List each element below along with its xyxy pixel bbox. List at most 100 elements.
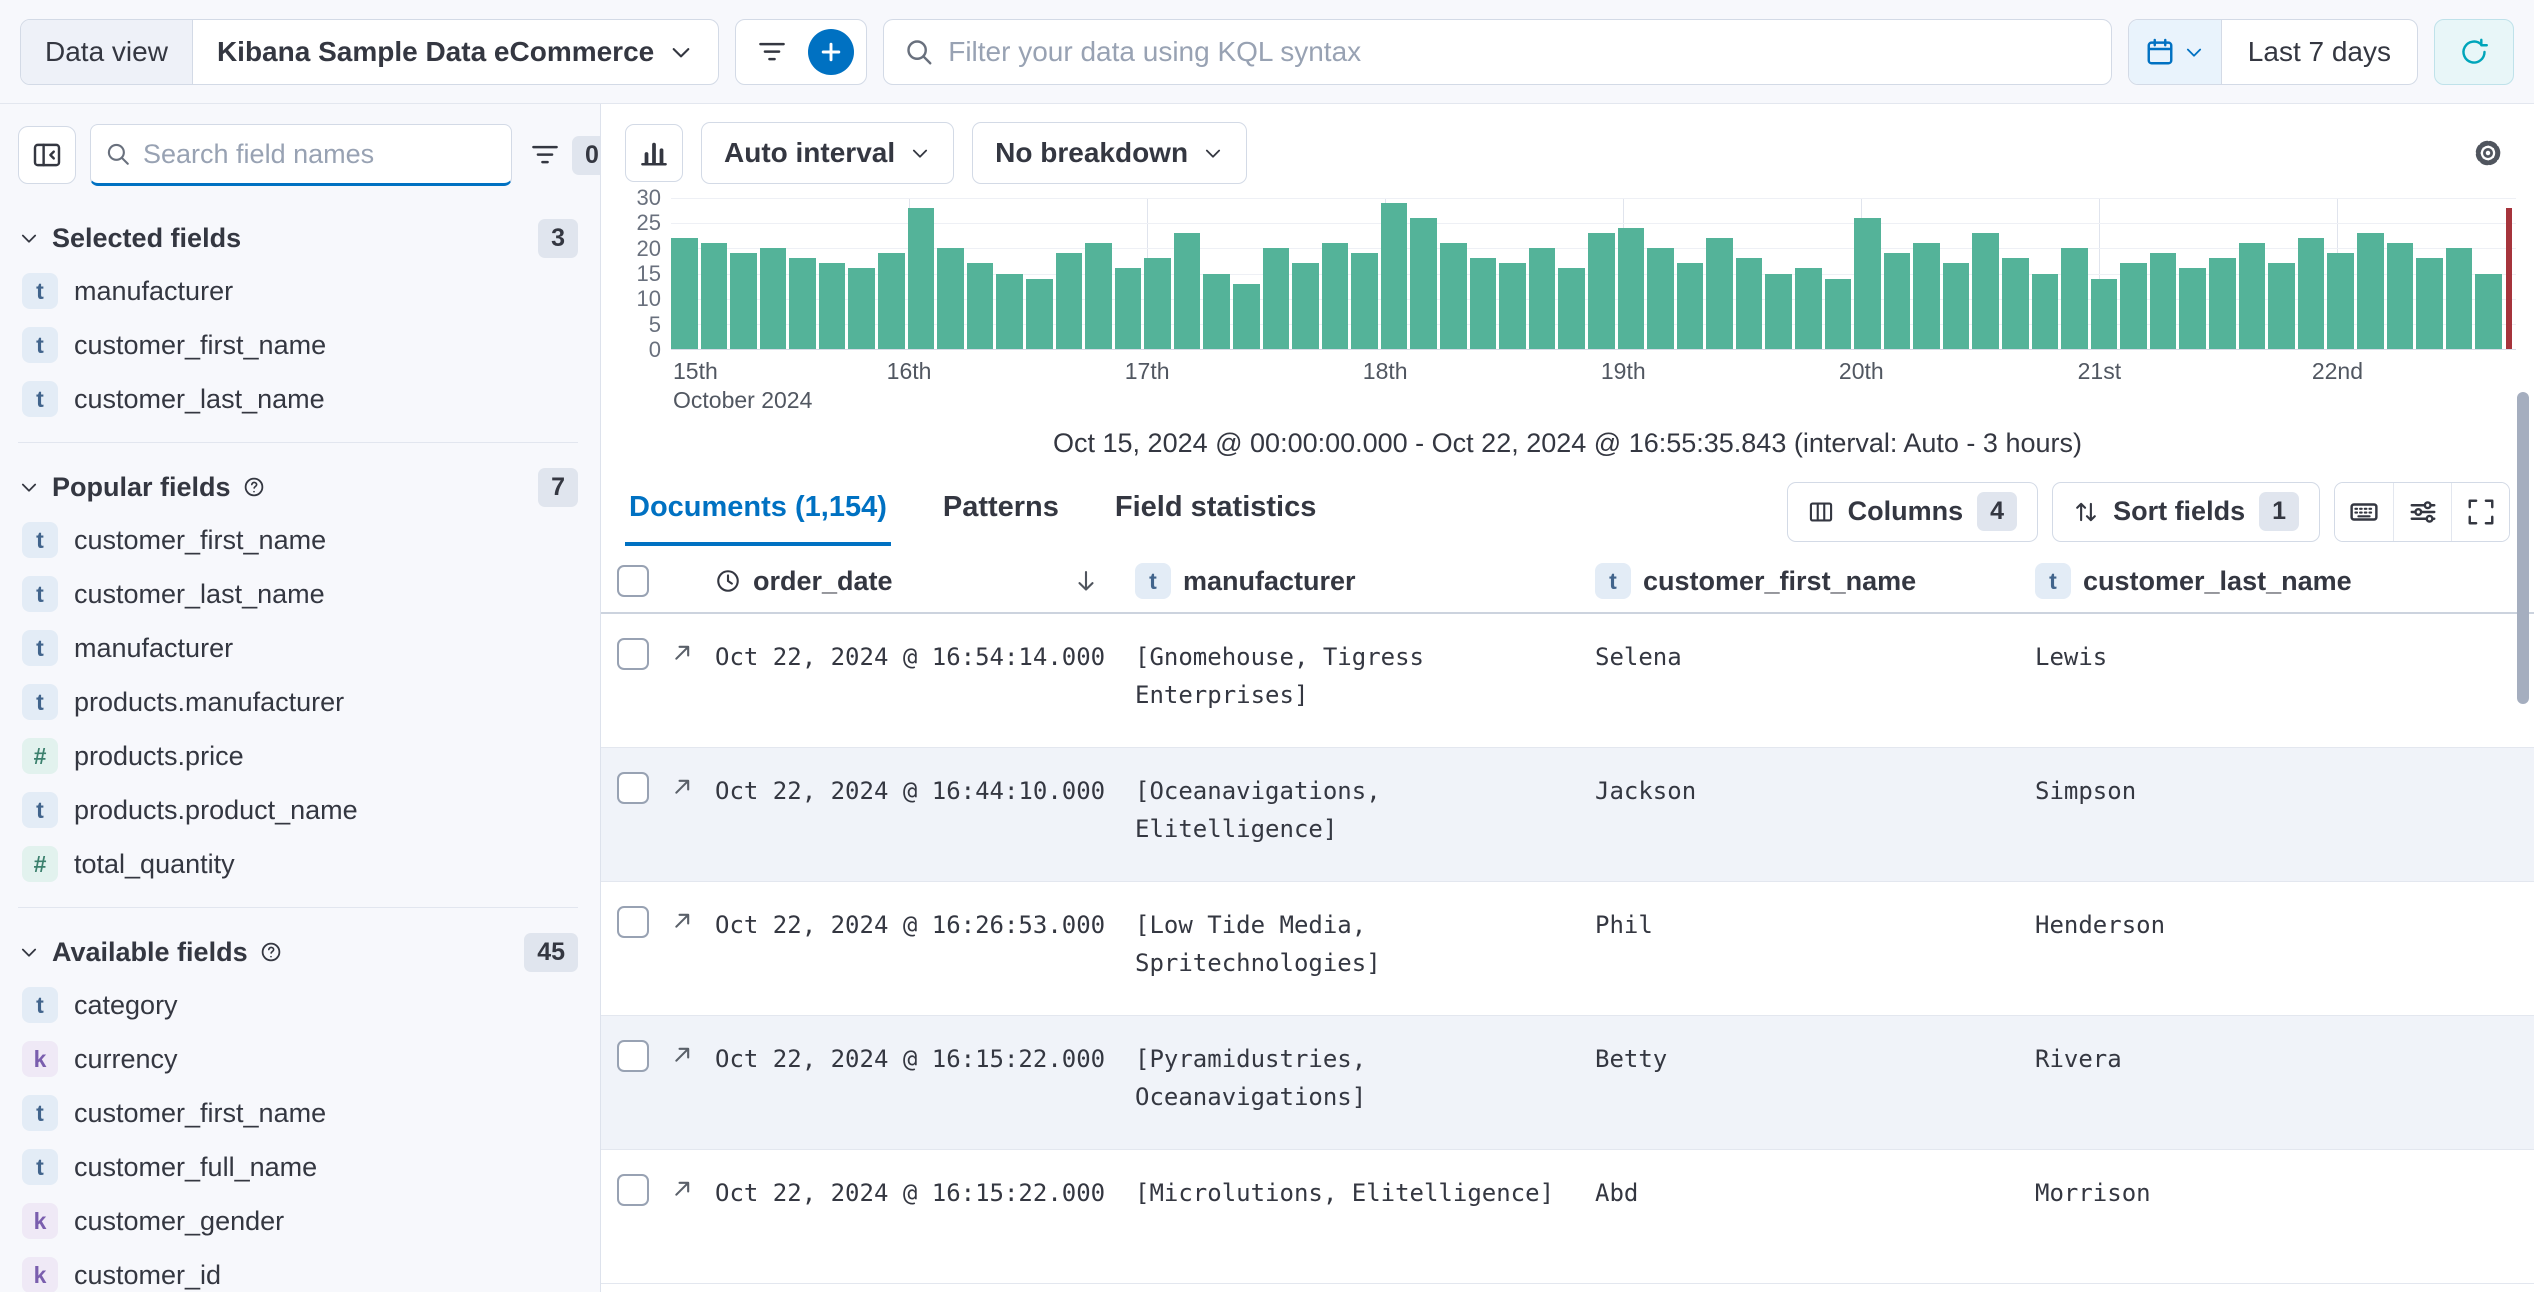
expand-document-icon[interactable]: [669, 1042, 695, 1068]
vertical-scrollbar[interactable]: [2517, 392, 2529, 704]
histogram-bar[interactable]: [1232, 283, 1260, 349]
collapse-sidebar-button[interactable]: [18, 126, 76, 184]
histogram-bar[interactable]: [1499, 263, 1526, 349]
histogram-bar[interactable]: [1440, 243, 1467, 349]
field-list-item[interactable]: k customer_gender: [18, 1194, 578, 1248]
histogram-bar[interactable]: [1114, 268, 1142, 349]
expand-document-icon[interactable]: [669, 1176, 695, 1202]
histogram-bar[interactable]: [2179, 268, 2207, 349]
columns-button[interactable]: Columns 4: [1786, 481, 2039, 542]
breakdown-select-button[interactable]: No breakdown: [972, 122, 1248, 184]
expand-document-icon[interactable]: [669, 774, 695, 800]
tab-documents[interactable]: Documents (1,154): [625, 477, 891, 546]
histogram-bar[interactable]: [1883, 253, 1911, 349]
histogram-bar[interactable]: [1558, 268, 1585, 349]
histogram-bar[interactable]: [1942, 263, 1970, 349]
histogram-bar[interactable]: [1972, 233, 2000, 349]
display-options-button[interactable]: [2393, 482, 2451, 541]
field-list-item[interactable]: t products.manufacturer: [18, 675, 578, 729]
tab-patterns[interactable]: Patterns: [939, 477, 1063, 546]
histogram-bar[interactable]: [1706, 238, 1733, 349]
field-list-item[interactable]: t category: [18, 978, 578, 1032]
histogram-bar[interactable]: [996, 273, 1023, 349]
field-section-header[interactable]: Available fields 45: [18, 926, 578, 978]
field-section-header[interactable]: Popular fields 7: [18, 461, 578, 513]
histogram-bar[interactable]: [2238, 243, 2266, 349]
histogram-bar[interactable]: [2268, 263, 2295, 349]
histogram-bar[interactable]: [789, 258, 816, 349]
histogram-bar[interactable]: [2120, 263, 2147, 349]
kql-search-input[interactable]: [948, 19, 2091, 84]
histogram-bar[interactable]: [2327, 253, 2354, 349]
field-list-item[interactable]: t products.product_name: [18, 783, 578, 837]
expand-document-icon[interactable]: [669, 908, 695, 934]
histogram-bar[interactable]: [1410, 218, 1438, 349]
histogram-bar[interactable]: [2445, 248, 2473, 349]
field-list-item[interactable]: # total_quantity: [18, 837, 578, 891]
sort-fields-button[interactable]: Sort fields 1: [2052, 481, 2320, 542]
histogram-bar[interactable]: [1617, 228, 1645, 349]
field-list-item[interactable]: k customer_id: [18, 1248, 578, 1292]
histogram-bar[interactable]: [1321, 243, 1349, 349]
histogram-bar[interactable]: [2475, 273, 2502, 349]
column-header-order_date[interactable]: order_date: [715, 566, 1135, 597]
histogram-bar[interactable]: [1203, 273, 1230, 349]
row-checkbox[interactable]: [617, 906, 649, 938]
histogram-bar[interactable]: [1528, 248, 1556, 349]
refresh-button[interactable]: [2434, 18, 2514, 85]
row-checkbox[interactable]: [617, 1040, 649, 1072]
histogram-bar[interactable]: [1765, 273, 1792, 349]
histogram-bar[interactable]: [2386, 243, 2414, 349]
column-header-manufacturer[interactable]: t manufacturer: [1135, 563, 1595, 599]
histogram-bar[interactable]: [1913, 243, 1940, 349]
histogram-bar[interactable]: [1794, 268, 1822, 349]
add-filter-button[interactable]: [808, 28, 855, 75]
interval-select-button[interactable]: Auto interval: [701, 122, 955, 184]
keyboard-shortcuts-button[interactable]: [2335, 482, 2393, 541]
histogram-bar[interactable]: [1735, 258, 1763, 349]
histogram-bar[interactable]: [2209, 258, 2236, 349]
histogram-bar[interactable]: [2090, 278, 2118, 349]
field-list-item[interactable]: # products.price: [18, 729, 578, 783]
select-all-checkbox[interactable]: [617, 565, 649, 597]
histogram-bar[interactable]: [966, 263, 994, 349]
histogram-bar[interactable]: [1292, 263, 1319, 349]
field-list-item[interactable]: t customer_full_name: [18, 1140, 578, 1194]
histogram-bar[interactable]: [1824, 278, 1852, 349]
field-list-item[interactable]: t customer_first_name: [18, 318, 578, 372]
row-checkbox[interactable]: [617, 772, 649, 804]
histogram-bar[interactable]: [2149, 253, 2177, 349]
histogram-bar[interactable]: [2356, 233, 2384, 349]
field-list-item[interactable]: k currency: [18, 1032, 578, 1086]
histogram-bar[interactable]: [1173, 233, 1201, 349]
field-filters-button[interactable]: 0: [526, 135, 600, 175]
field-list-item[interactable]: t customer_first_name: [18, 1086, 578, 1140]
fullscreen-button[interactable]: [2451, 482, 2509, 541]
field-search-input[interactable]: [143, 138, 497, 170]
histogram-bar[interactable]: [907, 208, 935, 349]
field-list-item[interactable]: t customer_last_name: [18, 567, 578, 621]
tab-field-statistics[interactable]: Field statistics: [1111, 477, 1320, 546]
histogram-bar[interactable]: [1085, 243, 1112, 349]
date-picker-menu-button[interactable]: [2128, 19, 2222, 84]
histogram-bar[interactable]: [2297, 238, 2325, 349]
expand-document-icon[interactable]: [669, 640, 695, 666]
histogram-bar[interactable]: [848, 268, 876, 349]
field-list-item[interactable]: t manufacturer: [18, 621, 578, 675]
filters-menu-button[interactable]: [748, 22, 796, 82]
histogram-bar[interactable]: [1351, 253, 1378, 349]
histogram-bar[interactable]: [2031, 273, 2059, 349]
histogram-bar[interactable]: [2061, 248, 2088, 349]
histogram-bar[interactable]: [1676, 263, 1704, 349]
histogram-bar[interactable]: [1025, 278, 1053, 349]
histogram-bar[interactable]: [937, 248, 964, 349]
chart-options-button[interactable]: [2466, 131, 2510, 175]
histogram-bar[interactable]: [2416, 258, 2443, 349]
histogram-bar[interactable]: [1055, 253, 1083, 349]
row-checkbox[interactable]: [617, 638, 649, 670]
histogram-bar[interactable]: [1380, 203, 1408, 349]
histogram-bar[interactable]: [671, 238, 698, 349]
field-list-item[interactable]: t customer_first_name: [18, 513, 578, 567]
histogram-bar[interactable]: [1854, 218, 1881, 349]
edit-visualization-button[interactable]: [625, 124, 683, 182]
